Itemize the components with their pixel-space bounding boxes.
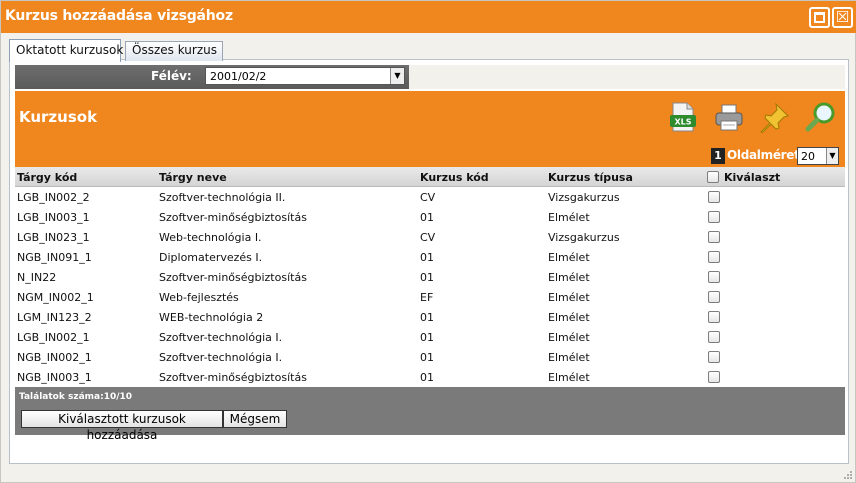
cell-targy-kod: LGB_IN002_1 xyxy=(17,331,90,344)
col-kurzus-kod[interactable]: Kurzus kód xyxy=(420,171,489,184)
svg-text:XLS: XLS xyxy=(674,118,691,127)
section-header: Kurzusok XLS 1 Oldalméret 20 ▼ xyxy=(15,91,845,167)
cell-kurzus-kod: 01 xyxy=(420,251,434,264)
cell-kurzus-kod: 01 xyxy=(420,351,434,364)
row-select-checkbox[interactable] xyxy=(708,251,720,263)
printer-icon[interactable] xyxy=(713,101,745,133)
cell-targy-neve: Szoftver-technológia II. xyxy=(159,191,286,204)
tab-oktatott-kurzusok[interactable]: Oktatott kurzusok xyxy=(9,39,123,62)
select-all-checkbox[interactable] xyxy=(707,171,719,183)
cell-kurzus-tipusa: Vizsgakurzus xyxy=(548,191,620,204)
semester-label: Félév: xyxy=(151,69,192,83)
cell-kurzus-kod: 01 xyxy=(420,371,434,384)
cell-targy-kod: LGB_IN023_1 xyxy=(17,231,90,244)
title-bar[interactable]: Kurzus hozzáadása vizsgához ☒ xyxy=(1,1,856,33)
page-size-value: 20 xyxy=(801,150,815,163)
window-title: Kurzus hozzáadása vizsgához xyxy=(5,8,233,24)
cell-kurzus-kod: EF xyxy=(420,291,434,304)
page-size-select[interactable]: 20 ▼ xyxy=(797,147,839,165)
table-row: N_IN22 Szoftver-minőségbiztosítás 01 Elm… xyxy=(15,267,845,287)
cell-targy-kod: NGB_IN091_1 xyxy=(17,251,92,264)
cell-targy-kod: LGM_IN123_2 xyxy=(17,311,92,324)
cell-kurzus-tipusa: Elmélet xyxy=(548,311,590,324)
cell-kurzus-kod: CV xyxy=(420,231,436,244)
cell-targy-neve: Szoftver-minőségbiztosítás xyxy=(159,271,307,284)
cell-kurzus-kod: 01 xyxy=(420,271,434,284)
section-title: Kurzusok xyxy=(19,108,98,126)
cell-targy-kod: NGM_IN002_1 xyxy=(17,291,94,304)
cell-targy-neve: WEB-technológia 2 xyxy=(159,311,264,324)
cell-kurzus-tipusa: Elmélet xyxy=(548,371,590,384)
cell-kurzus-tipusa: Elmélet xyxy=(548,291,590,304)
add-selected-courses-button[interactable]: Kiválasztott kurzusok hozzáadása xyxy=(21,410,223,442)
col-targy-neve[interactable]: Tárgy neve xyxy=(159,171,227,184)
table-header: Tárgy kód Tárgy neve Kurzus kód Kurzus t… xyxy=(15,167,845,187)
row-select-checkbox[interactable] xyxy=(708,351,720,363)
xls-export-icon[interactable]: XLS xyxy=(667,101,699,133)
cancel-button[interactable]: Mégsem xyxy=(223,410,287,428)
tab-osszes-kurzus[interactable]: Összes kurzus xyxy=(125,41,223,61)
table-row: LGM_IN123_2 WEB-technológia 2 01 Elmélet xyxy=(15,307,845,327)
cell-kurzus-tipusa: Elmélet xyxy=(548,351,590,364)
cell-kurzus-kod: 01 xyxy=(420,211,434,224)
col-kurzus-tipusa[interactable]: Kurzus típusa xyxy=(548,171,633,184)
row-select-checkbox[interactable] xyxy=(708,311,720,323)
col-targy-kod[interactable]: Tárgy kód xyxy=(17,171,77,184)
table-row: LGB_IN023_1 Web-technológia I. CV Vizsga… xyxy=(15,227,845,247)
page-size-label: Oldalméret xyxy=(727,148,800,162)
row-select-checkbox[interactable] xyxy=(708,371,720,383)
cell-targy-neve: Diplomatervezés I. xyxy=(159,251,263,264)
page-number[interactable]: 1 xyxy=(711,148,725,164)
chevron-down-icon[interactable]: ▼ xyxy=(390,68,404,84)
cell-targy-neve: Szoftver-minőségbiztosítás xyxy=(159,211,307,224)
cell-targy-kod: LGB_IN003_1 xyxy=(17,211,90,224)
cell-targy-kod: N_IN22 xyxy=(17,271,57,284)
cell-kurzus-kod: 01 xyxy=(420,311,434,324)
filter-bar-spacer xyxy=(409,65,845,89)
col-kivalaszt: Kiválaszt xyxy=(724,171,781,184)
semester-select[interactable]: 2001/02/2 ▼ xyxy=(205,67,405,85)
result-count: Találatok száma:10/10 xyxy=(19,392,133,402)
row-select-checkbox[interactable] xyxy=(708,291,720,303)
row-select-checkbox[interactable] xyxy=(708,211,720,223)
cell-kurzus-kod: CV xyxy=(420,191,436,204)
cell-targy-kod: NGB_IN003_1 xyxy=(17,371,92,384)
row-select-checkbox[interactable] xyxy=(708,231,720,243)
cell-kurzus-tipusa: Elmélet xyxy=(548,271,590,284)
table-row: NGB_IN002_1 Szoftver-technológia I. 01 E… xyxy=(15,347,845,367)
pin-icon[interactable] xyxy=(759,101,791,133)
table-row: NGM_IN002_1 Web-fejlesztés EF Elmélet xyxy=(15,287,845,307)
semester-selected-value: 2001/02/2 xyxy=(210,70,267,83)
cell-targy-neve: Szoftver-minőségbiztosítás xyxy=(159,371,307,384)
table-row: LGB_IN003_1 Szoftver-minőségbiztosítás 0… xyxy=(15,207,845,227)
cell-targy-neve: Web-technológia I. xyxy=(159,231,262,244)
cell-targy-neve: Web-fejlesztés xyxy=(159,291,239,304)
course-table: LGB_IN002_2 Szoftver-technológia II. CV … xyxy=(15,187,845,387)
cell-targy-neve: Szoftver-technológia I. xyxy=(159,331,283,344)
cell-kurzus-tipusa: Vizsgakurzus xyxy=(548,231,620,244)
cell-kurzus-kod: 01 xyxy=(420,331,434,344)
row-select-checkbox[interactable] xyxy=(708,191,720,203)
row-select-checkbox[interactable] xyxy=(708,331,720,343)
cell-targy-kod: NGB_IN002_1 xyxy=(17,351,92,364)
close-icon[interactable]: ☒ xyxy=(832,7,853,28)
table-row: LGB_IN002_1 Szoftver-technológia I. 01 E… xyxy=(15,327,845,347)
row-select-checkbox[interactable] xyxy=(708,271,720,283)
cell-targy-kod: LGB_IN002_2 xyxy=(17,191,90,204)
semester-filter-bar: Félév: 2001/02/2 ▼ xyxy=(15,65,845,89)
table-row: NGB_IN003_1 Szoftver-minőségbiztosítás 0… xyxy=(15,367,845,387)
chevron-down-icon[interactable]: ▼ xyxy=(826,148,838,164)
table-footer: Találatok száma:10/10 Kiválasztott kurzu… xyxy=(15,387,845,442)
cell-kurzus-tipusa: Elmélet xyxy=(548,251,590,264)
cell-targy-neve: Szoftver-technológia I. xyxy=(159,351,283,364)
cell-kurzus-tipusa: Elmélet xyxy=(548,331,590,344)
resize-grip-icon[interactable] xyxy=(843,470,853,480)
dialog-window: Kurzus hozzáadása vizsgához ☒ Oktatott k… xyxy=(0,0,856,483)
table-row: LGB_IN002_2 Szoftver-technológia II. CV … xyxy=(15,187,845,207)
maximize-icon[interactable] xyxy=(809,7,830,28)
cell-kurzus-tipusa: Elmélet xyxy=(548,211,590,224)
table-row: NGB_IN091_1 Diplomatervezés I. 01 Elméle… xyxy=(15,247,845,267)
search-icon[interactable] xyxy=(805,101,837,133)
